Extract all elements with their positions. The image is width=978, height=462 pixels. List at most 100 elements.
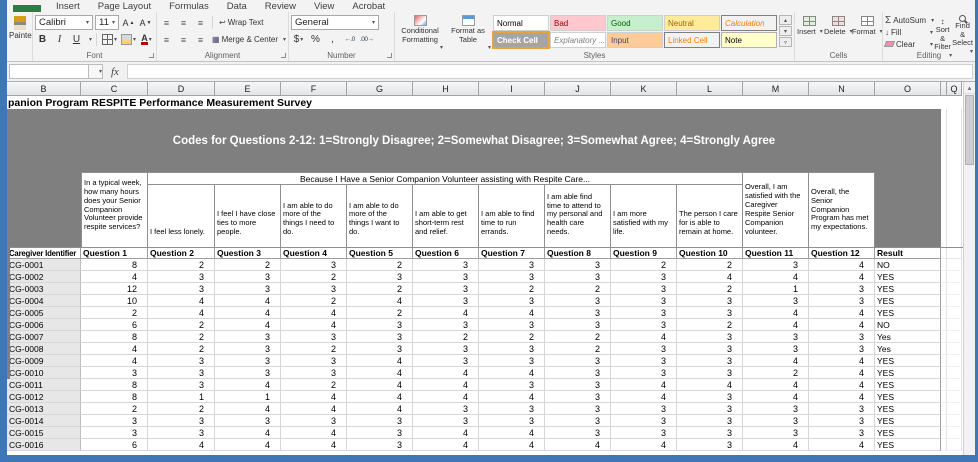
answer-cell[interactable]: 3 xyxy=(545,367,611,379)
answer-cell[interactable]: 3 xyxy=(611,307,677,319)
grid-cell[interactable] xyxy=(947,271,962,283)
answer-cell[interactable]: 2 xyxy=(347,259,413,271)
answer-cell[interactable]: 8 xyxy=(81,379,148,391)
answer-cell[interactable]: 2 xyxy=(479,331,545,343)
answer-cell[interactable]: 2 xyxy=(677,259,743,271)
answer-cell[interactable]: 4 xyxy=(413,367,479,379)
format-painter-button[interactable]: Painter xyxy=(9,16,30,40)
result-cell[interactable]: YES xyxy=(875,295,941,307)
style-note[interactable]: Note xyxy=(721,32,777,48)
answer-cell[interactable]: 2 xyxy=(148,319,215,331)
answer-cell[interactable]: 3 xyxy=(809,331,875,343)
answer-cell[interactable]: 2 xyxy=(413,331,479,343)
result-cell[interactable]: YES xyxy=(875,391,941,403)
caregiver-id-cell[interactable]: CG-0007 xyxy=(7,331,81,343)
column-header-i[interactable]: I xyxy=(479,82,545,96)
answer-cell[interactable]: 4 xyxy=(413,439,479,451)
header-question-3[interactable]: Question 3 xyxy=(215,248,281,259)
result-cell[interactable]: YES xyxy=(875,415,941,427)
caregiver-id-cell[interactable]: CG-0008 xyxy=(7,343,81,355)
answer-cell[interactable]: 4 xyxy=(215,439,281,451)
answer-cell[interactable]: 3 xyxy=(215,271,281,283)
answer-cell[interactable]: 3 xyxy=(611,415,677,427)
font-name-select[interactable]: Calibri ▾ xyxy=(35,15,93,30)
grid-cell[interactable] xyxy=(947,307,962,319)
percent-button[interactable]: % xyxy=(308,32,323,47)
answer-cell[interactable]: 4 xyxy=(281,403,347,415)
answer-cell[interactable]: 3 xyxy=(281,283,347,295)
delete-cells-button[interactable]: Delete▾ xyxy=(825,16,852,50)
answer-cell[interactable]: 3 xyxy=(413,343,479,355)
answer-cell[interactable]: 3 xyxy=(281,259,347,271)
currency-button[interactable]: $▾ xyxy=(291,32,306,47)
find-select-button[interactable]: Find & Select ▾ xyxy=(952,14,973,50)
answer-cell[interactable]: 4 xyxy=(479,439,545,451)
style-linked-cell[interactable]: Linked Cell xyxy=(664,32,720,48)
answer-cell[interactable]: 3 xyxy=(479,295,545,307)
ribbon-tab-acrobat[interactable]: Acrobat xyxy=(343,1,394,12)
answer-cell[interactable]: 3 xyxy=(479,259,545,271)
ribbon-tab-review[interactable]: Review xyxy=(256,1,305,12)
answer-cell[interactable]: 3 xyxy=(413,271,479,283)
style-calculation[interactable]: Calculation xyxy=(721,15,777,31)
answer-cell[interactable]: 4 xyxy=(743,439,809,451)
ribbon-tab-insert[interactable]: Insert xyxy=(47,1,89,12)
answer-cell[interactable]: 8 xyxy=(81,259,148,271)
file-tab[interactable] xyxy=(13,5,41,12)
grid-cell[interactable] xyxy=(947,427,962,439)
answer-cell[interactable]: 3 xyxy=(215,343,281,355)
answer-cell[interactable]: 3 xyxy=(743,295,809,307)
answer-cell[interactable]: 3 xyxy=(545,307,611,319)
answer-cell[interactable]: 3 xyxy=(413,415,479,427)
answer-cell[interactable]: 1 xyxy=(148,391,215,403)
answer-cell[interactable]: 3 xyxy=(743,403,809,415)
gallery-scroll-down-icon[interactable]: ▾ xyxy=(779,26,792,36)
column-header-g[interactable]: G xyxy=(347,82,413,96)
column-header-e[interactable]: E xyxy=(215,82,281,96)
answer-cell[interactable]: 4 xyxy=(479,307,545,319)
grid-cell[interactable] xyxy=(947,355,962,367)
result-cell[interactable]: YES xyxy=(875,403,941,415)
hours-question-cell[interactable]: In a typical week, how many hours does y… xyxy=(81,172,148,247)
grid-cell[interactable] xyxy=(947,439,962,451)
column-header-b[interactable]: B xyxy=(7,82,81,96)
answer-cell[interactable]: 3 xyxy=(215,331,281,343)
answer-cell[interactable]: 4 xyxy=(281,439,347,451)
answer-cell[interactable]: 3 xyxy=(545,403,611,415)
answer-cell[interactable]: 4 xyxy=(215,427,281,439)
answer-cell[interactable]: 3 xyxy=(677,367,743,379)
result-cell[interactable]: NO xyxy=(875,259,941,271)
grid-cell[interactable] xyxy=(947,415,962,427)
merge-center-button[interactable]: ▦ Merge & Center ▾ xyxy=(210,32,288,47)
answer-cell[interactable]: 3 xyxy=(743,415,809,427)
scroll-up-icon[interactable]: ▴ xyxy=(964,82,975,94)
survey-item-cell[interactable]: I am more satisfied with my life. xyxy=(611,185,677,247)
title-row[interactable]: panion Program RESPITE Performance Measu… xyxy=(7,96,963,109)
answer-cell[interactable]: 3 xyxy=(413,403,479,415)
answer-cell[interactable]: 4 xyxy=(743,319,809,331)
answer-cell[interactable]: 8 xyxy=(81,391,148,403)
answer-cell[interactable]: 4 xyxy=(743,307,809,319)
answer-cell[interactable]: 8 xyxy=(81,331,148,343)
answer-cell[interactable]: 4 xyxy=(347,379,413,391)
column-header-n[interactable]: N xyxy=(809,82,875,96)
answer-cell[interactable]: 4 xyxy=(809,271,875,283)
format-as-table-button[interactable]: Format as Table ▾ xyxy=(445,14,491,51)
answer-cell[interactable]: 3 xyxy=(281,331,347,343)
grid-cell[interactable] xyxy=(947,248,962,259)
caregiver-id-cell[interactable]: CG-0005 xyxy=(7,307,81,319)
header-question-2[interactable]: Question 2 xyxy=(148,248,215,259)
number-format-select[interactable]: General ▾ xyxy=(291,15,379,30)
grid-cell[interactable] xyxy=(947,367,962,379)
grid-cell[interactable] xyxy=(947,109,962,172)
answer-cell[interactable]: 2 xyxy=(347,283,413,295)
survey-item-cell[interactable]: I am able to do more of the things I wan… xyxy=(347,185,413,247)
result-cell[interactable]: YES xyxy=(875,283,941,295)
column-header-j[interactable]: J xyxy=(545,82,611,96)
header-question-4[interactable]: Question 4 xyxy=(281,248,347,259)
answer-cell[interactable]: 4 xyxy=(743,271,809,283)
answer-cell[interactable]: 10 xyxy=(81,295,148,307)
answer-cell[interactable]: 3 xyxy=(611,367,677,379)
header-question-9[interactable]: Question 9 xyxy=(611,248,677,259)
sort-filter-button[interactable]: ↕ Sort & Filter ▾ xyxy=(933,14,952,50)
